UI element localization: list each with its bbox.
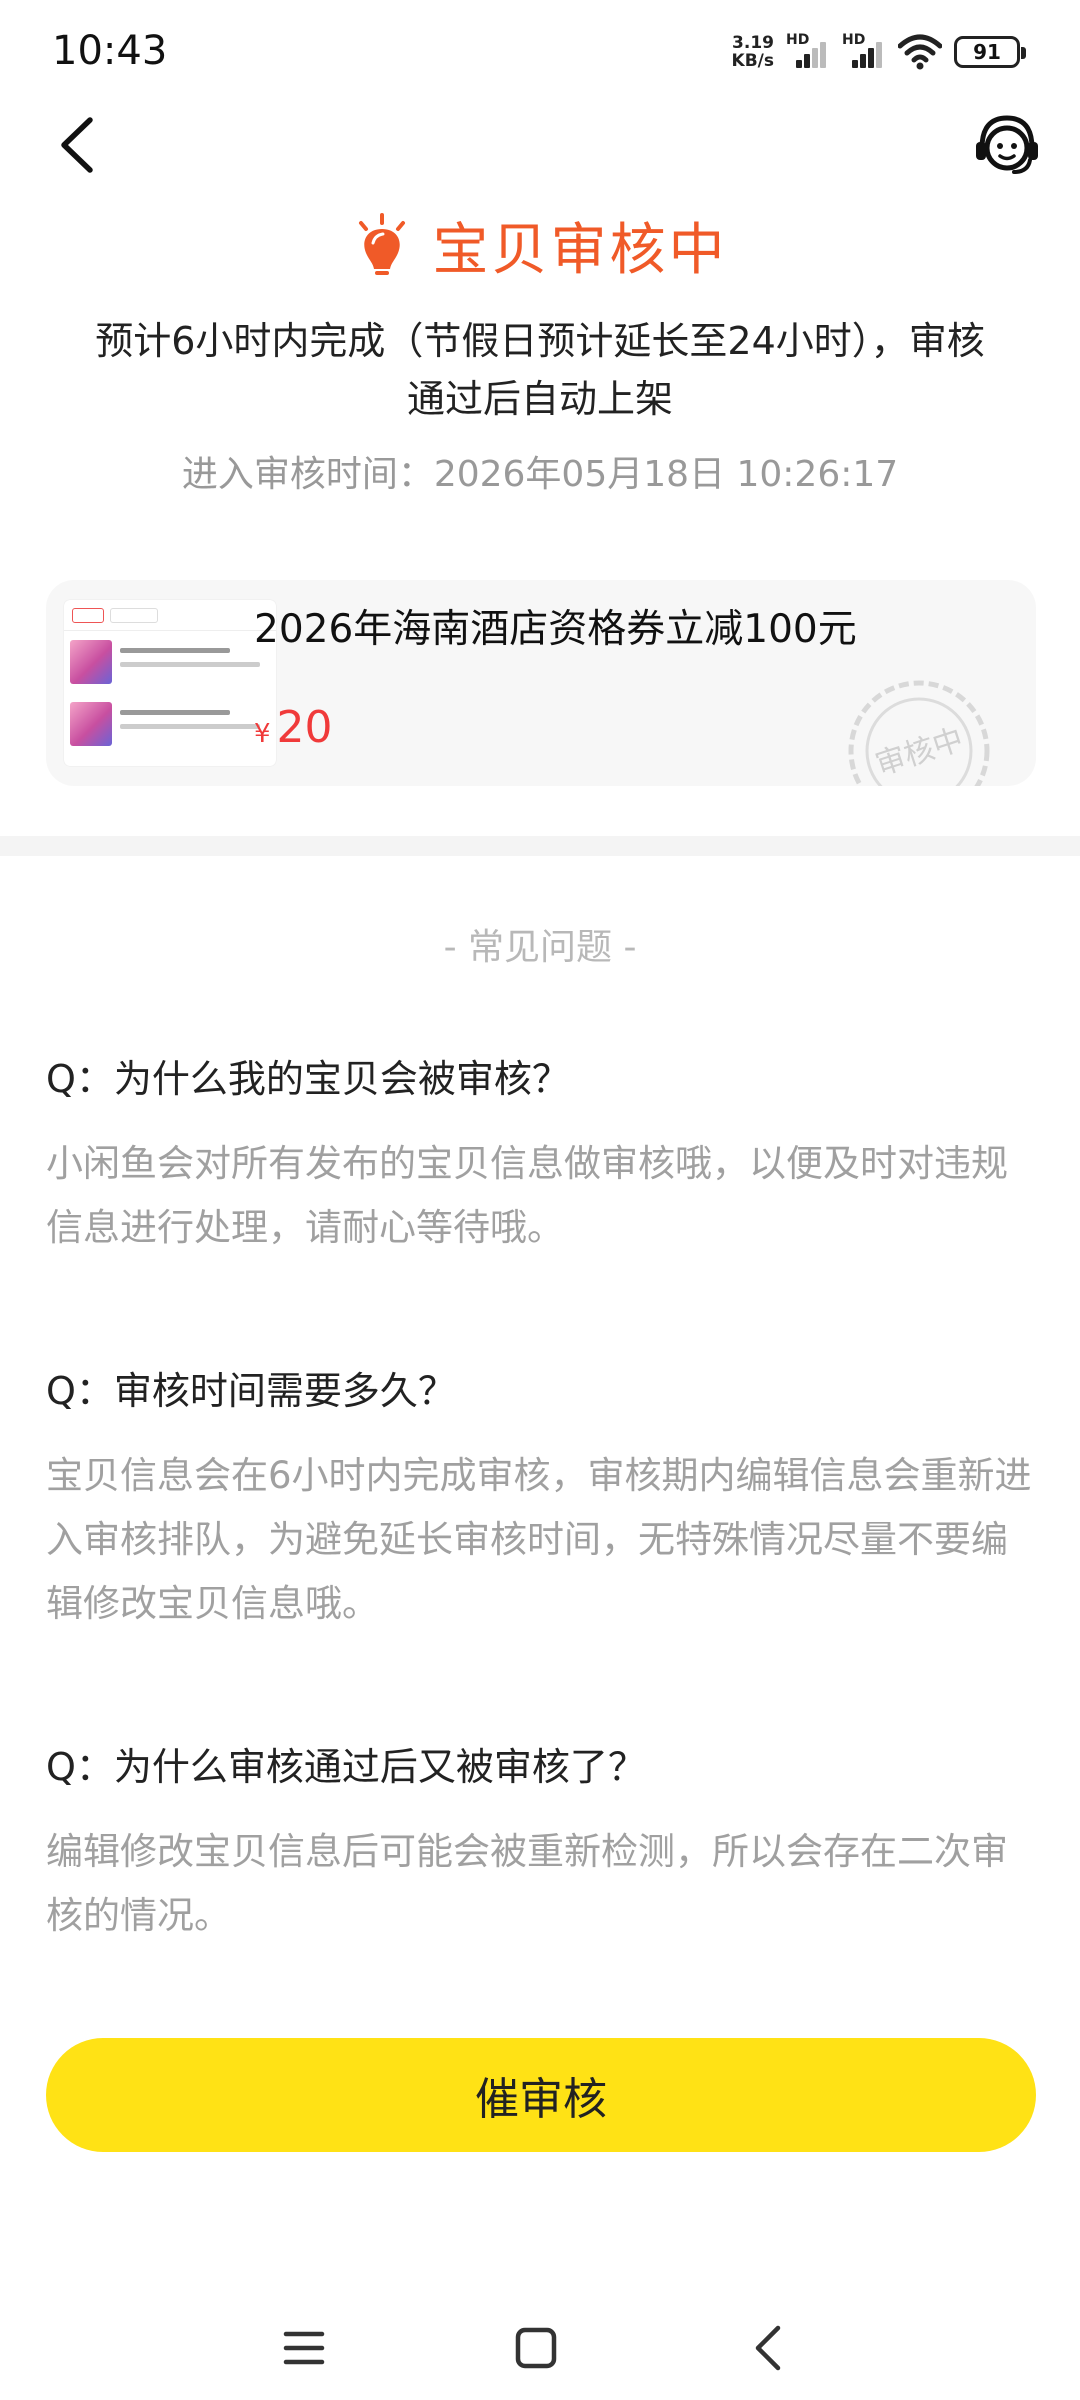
faq-question: Q：为什么我的宝贝会被审核？	[46, 1057, 570, 1101]
product-card[interactable]: 2026年海南酒店资格券立减100元 ¥ 20 审核中	[46, 580, 1036, 786]
back-triangle-icon	[755, 2325, 781, 2371]
urge-review-button[interactable]: 催审核	[46, 2038, 1036, 2152]
status-title: 宝贝审核中	[432, 217, 728, 283]
review-entered-time: 进入审核时间：2026年05月18日 10:26:17	[181, 454, 899, 495]
home-button[interactable]	[506, 2318, 566, 2378]
menu-button[interactable]	[274, 2318, 334, 2378]
status-bar: 10:43 3.19 KB/s HD HD 91	[0, 0, 1080, 100]
product-thumbnail	[64, 600, 276, 766]
home-square-icon	[515, 2327, 557, 2369]
faq-question: Q：为什么审核通过后又被审核了？	[46, 1745, 646, 1789]
faq-question: Q：审核时间需要多久？	[46, 1369, 456, 1413]
price-value: 20	[276, 702, 333, 753]
product-price: ¥ 20	[254, 702, 333, 753]
faq-header: - 常见问题 -	[443, 927, 637, 968]
battery-icon: 91	[954, 36, 1026, 68]
under-review-stamp-icon: 审核中	[848, 680, 990, 786]
system-back-button[interactable]	[740, 2318, 800, 2378]
system-nav-bar	[0, 2300, 1080, 2400]
review-status-header: 宝贝审核中	[0, 205, 1080, 285]
back-button[interactable]	[50, 112, 110, 178]
status-time: 10:43	[52, 28, 168, 74]
chevron-left-icon	[61, 117, 93, 173]
currency-symbol: ¥	[254, 719, 271, 749]
faq-answer: 编辑修改宝贝信息后可能会被重新检测，所以会存在二次审核的情况。	[46, 1830, 1008, 1937]
urge-review-label: 催审核	[475, 2074, 607, 2125]
product-title: 2026年海南酒店资格券立减100元	[254, 607, 857, 652]
wifi-icon	[898, 34, 942, 70]
section-divider	[0, 836, 1080, 856]
lightbulb-icon	[358, 213, 405, 275]
signal-icon: HD	[786, 32, 830, 72]
network-speed: 3.19 KB/s	[731, 33, 774, 71]
faq-answer: 小闲鱼会对所有发布的宝贝信息做审核哦，以便及时对违规信息进行处理，请耐心等待哦。	[46, 1142, 1008, 1249]
menu-icon	[283, 2331, 325, 2365]
status-icons: 3.19 KB/s HD HD 91	[731, 30, 1026, 74]
customer-service-button[interactable]	[972, 110, 1042, 180]
status-description: 预计6小时内完成（节假日预计延长至24小时），审核通过后自动上架	[95, 319, 985, 421]
signal-icon-2: HD	[842, 32, 886, 72]
faq-answer: 宝贝信息会在6小时内完成审核，审核期内编辑信息会重新进入审核排队，为避免延长审核…	[46, 1454, 1032, 1625]
customer-service-icon	[976, 115, 1038, 174]
svg-text:审核中: 审核中	[871, 722, 967, 783]
